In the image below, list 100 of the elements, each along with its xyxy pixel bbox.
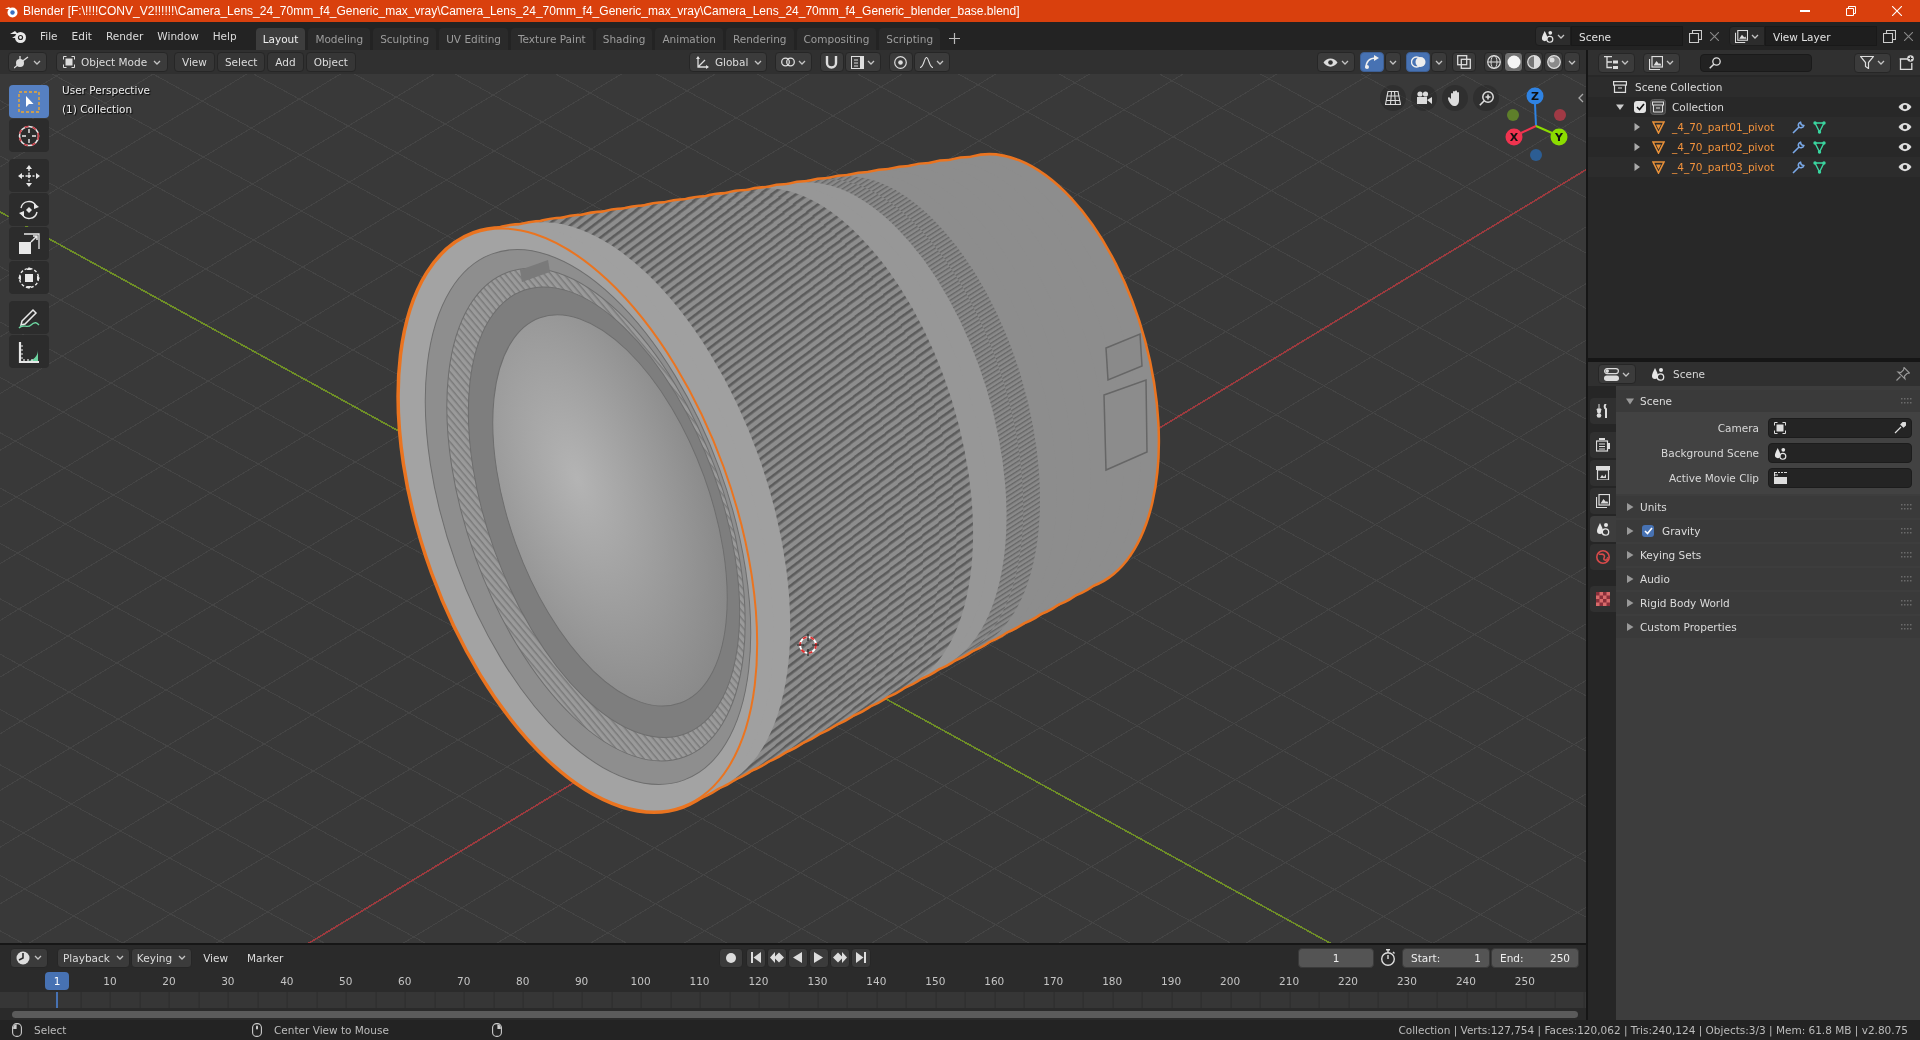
- filter-dropdown[interactable]: [1643, 52, 1680, 73]
- workspace-tab[interactable]: Rendering: [725, 28, 794, 50]
- vertex-triangle-icon[interactable]: [1813, 140, 1827, 154]
- editor-type-button[interactable]: [10, 947, 48, 968]
- editor-type-button[interactable]: [8, 52, 47, 72]
- scene-browse-button[interactable]: [1535, 26, 1571, 46]
- drag-handle-icon[interactable]: [1901, 504, 1912, 510]
- menu-item[interactable]: File: [33, 25, 65, 47]
- tool-button[interactable]: [9, 159, 49, 192]
- panel-header[interactable]: Gravity: [1616, 520, 1920, 542]
- workspace-tab[interactable]: Modeling: [308, 28, 371, 50]
- duplicate-icon[interactable]: [1883, 29, 1896, 43]
- object-label[interactable]: _4_70_part03_pivot: [1672, 161, 1775, 173]
- object-picker-field[interactable]: [1768, 418, 1912, 438]
- tool-button[interactable]: [9, 261, 49, 294]
- eye-icon[interactable]: [1898, 162, 1912, 172]
- workspace-tab[interactable]: Animation: [655, 28, 723, 50]
- properties-tab[interactable]: [1590, 516, 1616, 542]
- eyedropper-icon[interactable]: [1894, 422, 1906, 434]
- drag-handle-icon[interactable]: [1901, 528, 1912, 534]
- camera-view-button[interactable]: [1411, 85, 1437, 111]
- object-picker-field[interactable]: [1768, 468, 1912, 488]
- collection-label[interactable]: Collection: [1672, 101, 1724, 113]
- filter-dropdown[interactable]: [1854, 52, 1891, 73]
- drag-handle-icon[interactable]: [1901, 552, 1912, 558]
- workspace-tab[interactable]: UV Editing: [439, 28, 508, 50]
- jump-start-button[interactable]: [745, 947, 766, 968]
- end-frame-field[interactable]: End: 250: [1491, 947, 1579, 968]
- start-frame-field[interactable]: Start: 1: [1402, 947, 1490, 968]
- triangle-right-icon[interactable]: [1634, 163, 1640, 171]
- display-mode-dropdown[interactable]: [1598, 52, 1635, 73]
- plus-icon[interactable]: [949, 32, 961, 44]
- menu-button[interactable]: Add: [267, 52, 304, 72]
- axis-dot-icon[interactable]: [1554, 109, 1566, 121]
- shading-dropdown[interactable]: [1564, 52, 1580, 72]
- panel-header[interactable]: Rigid Body World: [1616, 592, 1920, 614]
- mode-dropdown[interactable]: Object Mode: [56, 52, 168, 72]
- close-icon[interactable]: [1710, 31, 1719, 41]
- panel-header[interactable]: Scene: [1616, 390, 1920, 412]
- triangle-right-icon[interactable]: [1634, 123, 1640, 131]
- shading-mode-button[interactable]: [1504, 52, 1523, 72]
- vertex-triangle-icon[interactable]: [1813, 160, 1827, 174]
- wrench-icon[interactable]: [1792, 140, 1806, 154]
- gizmos-toggle[interactable]: [1360, 52, 1384, 72]
- playhead-frame-label[interactable]: 1: [45, 972, 69, 990]
- overlays-toggle[interactable]: [1406, 52, 1430, 72]
- axis-handle[interactable]: X: [1505, 125, 1537, 146]
- shading-mode-button[interactable]: [1544, 52, 1563, 72]
- panel-header[interactable]: Units: [1616, 496, 1920, 518]
- menu-dropdown[interactable]: Playback: [57, 947, 130, 968]
- menu-dropdown[interactable]: Keying: [130, 947, 193, 968]
- eye-icon[interactable]: [1898, 142, 1912, 152]
- workspace-tab[interactable]: Sculpting: [373, 28, 437, 50]
- menu-button[interactable]: View: [195, 947, 237, 968]
- play-reverse-button[interactable]: [787, 947, 808, 968]
- close-icon[interactable]: [1904, 31, 1913, 41]
- workspace-tab[interactable]: Layout: [255, 28, 306, 50]
- tool-button[interactable]: [9, 335, 49, 368]
- play-button[interactable]: [808, 947, 829, 968]
- menu-item[interactable]: Edit: [64, 25, 99, 47]
- menu-button[interactable]: Object: [305, 52, 356, 72]
- proportional-edit-toggle[interactable]: [888, 52, 913, 72]
- drag-handle-icon[interactable]: [1901, 398, 1912, 404]
- properties-tab[interactable]: [1590, 460, 1616, 486]
- drag-handle-icon[interactable]: [1901, 600, 1912, 606]
- menu-item[interactable]: Render: [98, 25, 151, 47]
- menu-button[interactable]: Marker: [239, 947, 292, 968]
- xray-toggle[interactable]: [1452, 52, 1476, 72]
- drag-handle-icon[interactable]: [1901, 576, 1912, 582]
- workspace-tab[interactable]: Texture Paint: [510, 28, 593, 50]
- menu-button[interactable]: Select: [216, 52, 266, 72]
- menu-item[interactable]: Window: [150, 25, 206, 47]
- tool-button[interactable]: [9, 193, 49, 226]
- tool-button[interactable]: [9, 227, 49, 260]
- eye-icon[interactable]: [1898, 102, 1912, 112]
- shading-mode-button[interactable]: [1484, 52, 1503, 72]
- panel-header[interactable]: Custom Properties: [1616, 616, 1920, 638]
- record-button[interactable]: [718, 947, 743, 968]
- tool-button[interactable]: [9, 301, 49, 334]
- triangle-right-icon[interactable]: [1634, 143, 1640, 151]
- box-plus-icon[interactable]: [1899, 55, 1914, 70]
- collection-label[interactable]: Scene Collection: [1635, 81, 1723, 93]
- previous-keyframe-button[interactable]: [766, 947, 787, 968]
- jump-end-button[interactable]: [850, 947, 871, 968]
- shading-mode-button[interactable]: [1524, 52, 1543, 72]
- duplicate-icon[interactable]: [1689, 29, 1702, 43]
- properties-tab[interactable]: [1590, 488, 1616, 514]
- scene-name-field[interactable]: Scene: [1571, 26, 1683, 46]
- snap-target-dropdown[interactable]: [844, 52, 881, 72]
- axis-dot-icon[interactable]: [1507, 109, 1519, 121]
- app-logo-icon[interactable]: [10, 28, 27, 44]
- menu-item[interactable]: Help: [205, 25, 244, 47]
- current-frame-field[interactable]: 1: [1298, 947, 1374, 968]
- ortho-toggle-button[interactable]: [1380, 85, 1406, 111]
- pan-view-button[interactable]: [1442, 85, 1468, 111]
- checkbox[interactable]: [1634, 101, 1646, 113]
- panel-header[interactable]: Audio: [1616, 568, 1920, 590]
- properties-tab[interactable]: [1590, 398, 1616, 424]
- options-dropdown[interactable]: [1431, 52, 1447, 72]
- checkbox[interactable]: [1642, 525, 1654, 537]
